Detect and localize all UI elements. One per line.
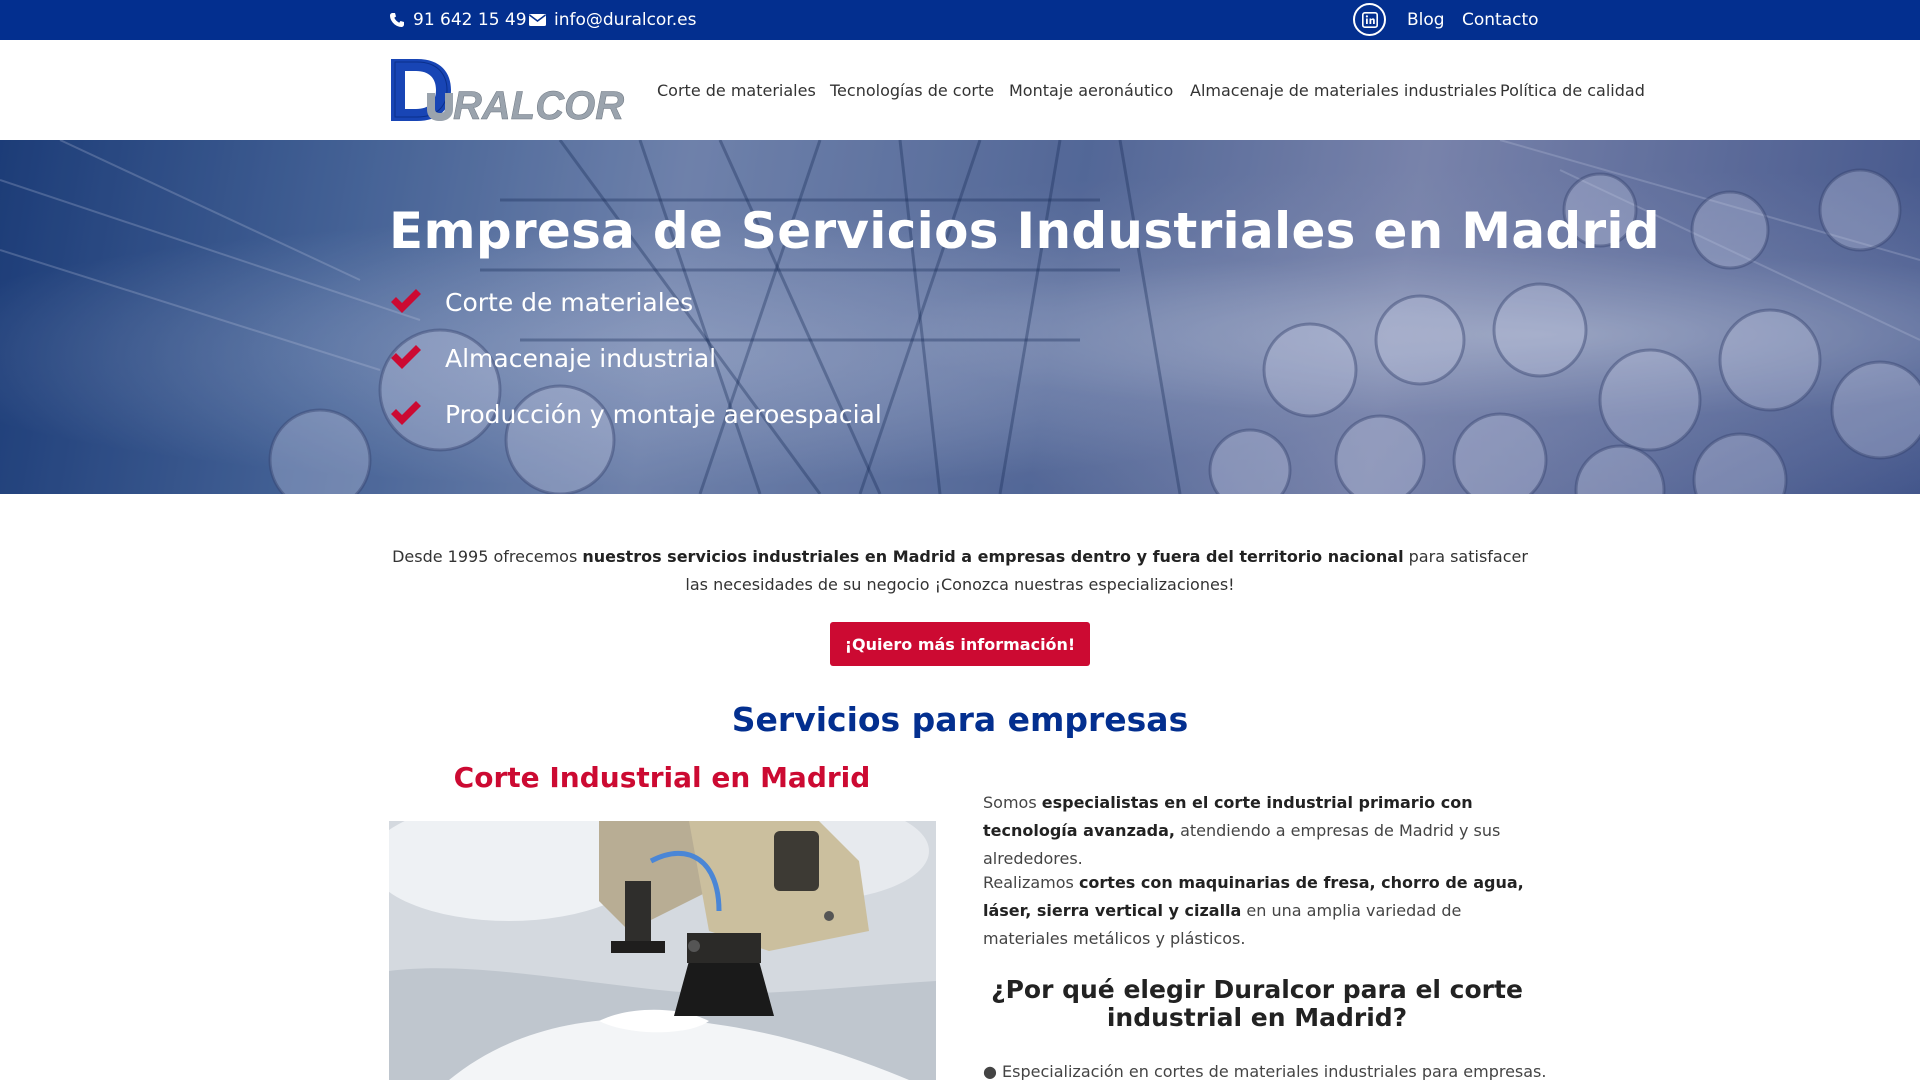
hero-item-label: Corte de materiales [445, 287, 694, 317]
main-header: RALCOR Corte de materiales Tecnologías d… [0, 40, 1920, 140]
phone-number: 91 642 15 49 [413, 10, 527, 30]
linkedin-icon [1361, 11, 1378, 28]
nav-politica-de-calidad[interactable]: Política de calidad [1500, 40, 1645, 140]
more-info-button[interactable]: ¡Quiero más información! [830, 622, 1090, 666]
hero-banner: Empresa de Servicios Industriales en Mad… [0, 140, 1920, 494]
envelope-icon [529, 14, 546, 26]
hero-item: Producción y montaje aeroespacial [389, 394, 882, 434]
phone-link[interactable]: 91 642 15 49 [389, 0, 527, 40]
paragraph-text: Somos [983, 793, 1042, 812]
nav-corte-de-materiales[interactable]: Corte de materiales [657, 40, 816, 140]
list-item: ● Especialización en cortes de materiale… [983, 1062, 1547, 1080]
why-duralcor-title: ¿Por qué elegir Duralcor para el corte i… [991, 975, 1523, 1032]
checkmark-icon [391, 289, 421, 313]
hero-item-label: Almacenaje industrial [445, 343, 717, 373]
paragraph-text: Realizamos [983, 873, 1079, 892]
checkmark-icon [391, 345, 421, 369]
blog-link[interactable]: Blog [1407, 0, 1445, 40]
hero-item: Corte de materiales [389, 282, 693, 322]
intro-bold-text: nuestros servicios industriales en Madri… [582, 547, 1404, 566]
section-title: Servicios para empresas [731, 700, 1189, 739]
top-bar: 91 642 15 49 info@duralcor.es Blog Conta… [0, 0, 1920, 40]
hero-background-image [0, 140, 1920, 494]
hero-title: Empresa de Servicios Industriales en Mad… [389, 202, 1660, 260]
duralcor-logo[interactable]: RALCOR [389, 57, 630, 123]
service-paragraph-1: Somos especialistas en el corte industri… [983, 789, 1531, 873]
email-address: info@duralcor.es [554, 10, 697, 30]
hero-item: Almacenaje industrial [389, 338, 716, 378]
linkedin-button[interactable] [1353, 3, 1386, 36]
intro-text: Desde 1995 ofrecemos nuestros servicios … [389, 543, 1531, 599]
nav-montaje-aeronautico[interactable]: Montaje aeronáutico [1009, 40, 1173, 140]
waterjet-cutting-photo [389, 821, 936, 1080]
contacto-link[interactable]: Contacto [1462, 0, 1539, 40]
intro-text-part: Desde 1995 ofrecemos [392, 547, 583, 566]
nav-tecnologias-de-corte[interactable]: Tecnologías de corte [830, 40, 994, 140]
email-link[interactable]: info@duralcor.es [529, 0, 696, 40]
service-paragraph-2: Realizamos cortes con maquinarias de fre… [983, 869, 1531, 953]
checkmark-icon [391, 401, 421, 425]
nav-almacenaje[interactable]: Almacenaje de materiales industriales [1190, 40, 1497, 140]
service-subtitle: Corte Industrial en Madrid [453, 761, 871, 794]
hero-item-label: Producción y montaje aeroespacial [445, 399, 882, 429]
phone-icon [390, 13, 404, 27]
svg-text:RALCOR: RALCOR [453, 84, 624, 123]
